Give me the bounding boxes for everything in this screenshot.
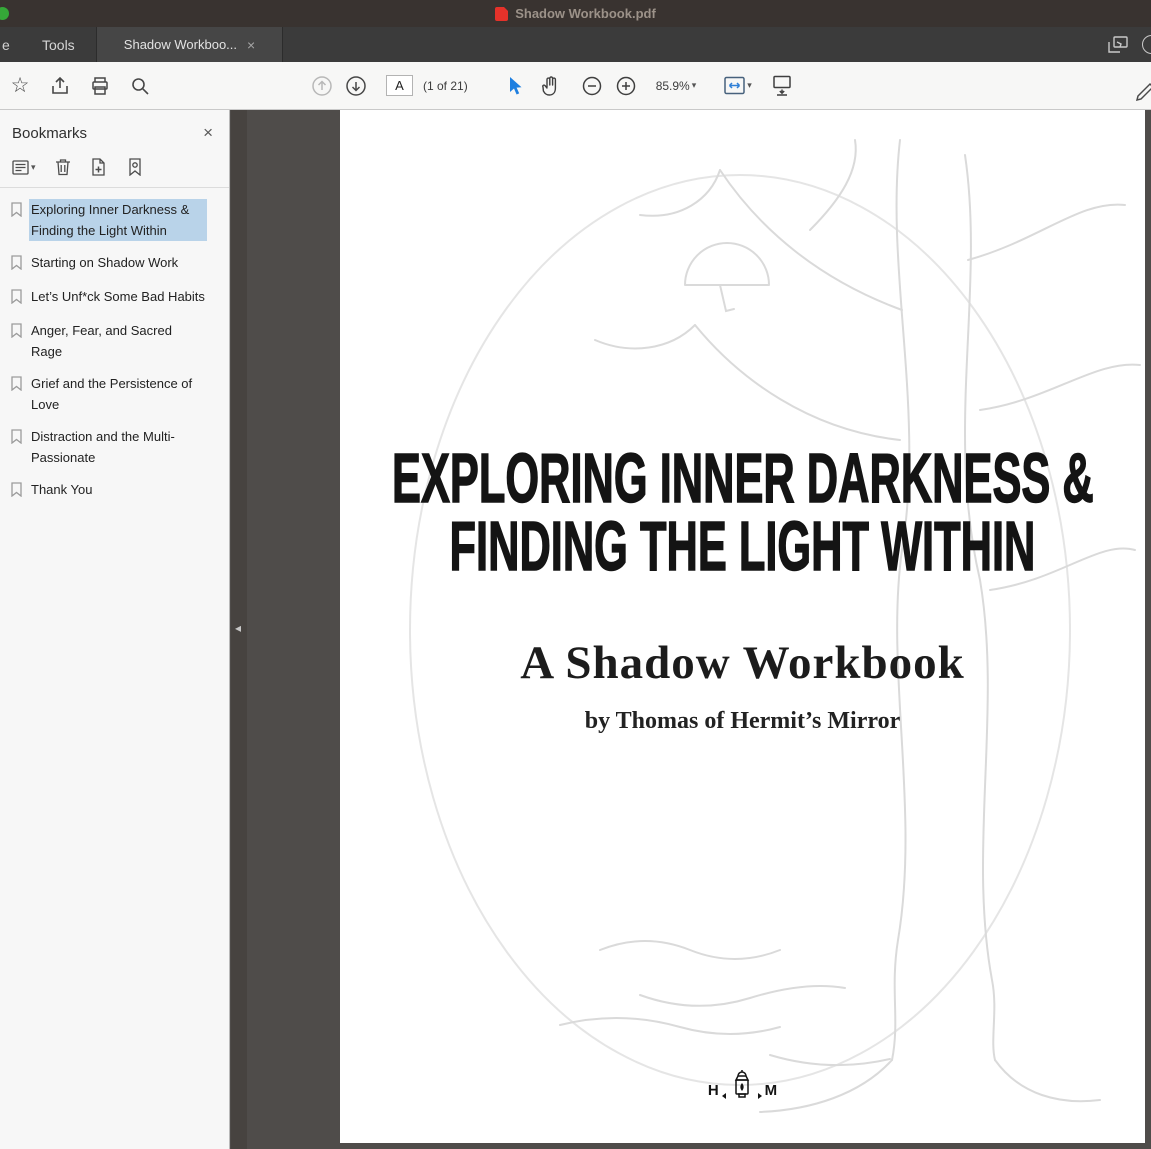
document-subtitle: A Shadow Workbook bbox=[520, 637, 965, 689]
tab-document-label: Shadow Workboo... bbox=[123, 37, 238, 52]
popout-window-icon[interactable] bbox=[1106, 29, 1130, 61]
window-title: Shadow Workbook.pdf bbox=[495, 6, 656, 21]
tab-home-partial[interactable]: e bbox=[2, 27, 10, 62]
account-icon[interactable] bbox=[1142, 35, 1151, 54]
triangle-icon bbox=[721, 1092, 726, 1099]
bookmark-icon bbox=[10, 202, 24, 222]
locate-bookmark-icon[interactable] bbox=[127, 158, 143, 176]
chevron-down-icon: ▾ bbox=[747, 80, 752, 90]
bookmarks-toolbar: ▾ bbox=[0, 149, 229, 188]
toolbar-center-group: (1 of 21) 85 bbox=[310, 62, 794, 109]
collapse-panel-icon[interactable]: ◂ bbox=[235, 622, 241, 634]
next-page-icon[interactable] bbox=[344, 70, 368, 102]
pdf-page: EXPLORING INNER DARKNESS & FINDING THE L… bbox=[340, 110, 1145, 1143]
toolbar-left-group: ☆ bbox=[8, 62, 152, 109]
bookmarks-panel: Bookmarks × ▾ Exploring Inner Darkness &… bbox=[0, 110, 230, 1149]
document-canvas: ◂ EXPLORING INNER DARKNESS & FINDING THE… bbox=[231, 110, 1151, 1149]
bookmark-label: Exploring Inner Darkness & Finding the L… bbox=[29, 199, 207, 241]
close-tab-icon[interactable]: × bbox=[247, 37, 255, 53]
tab-tools[interactable]: Tools bbox=[28, 27, 89, 62]
bookmark-icon bbox=[10, 323, 24, 343]
print-icon[interactable] bbox=[88, 70, 112, 102]
triangle-icon bbox=[757, 1092, 762, 1099]
logo-letter-m: M bbox=[764, 1082, 778, 1099]
bookmark-label: Let’s Unf*ck Some Bad Habits bbox=[31, 289, 205, 304]
bookmark-label: Anger, Fear, and Sacred Rage bbox=[31, 323, 172, 359]
select-tool-icon[interactable] bbox=[504, 70, 528, 102]
chevron-down-icon: ▾ bbox=[691, 80, 697, 90]
star-icon[interactable]: ☆ bbox=[8, 70, 32, 102]
title-line-2: FINDING THE LIGHT WITHIN bbox=[449, 506, 1036, 586]
new-bookmark-icon[interactable] bbox=[90, 158, 108, 176]
traffic-light-green[interactable] bbox=[0, 7, 9, 20]
titlebar: Shadow Workbook.pdf bbox=[0, 0, 1151, 27]
logo-letter-h: H bbox=[707, 1082, 719, 1099]
trash-icon[interactable] bbox=[55, 158, 71, 176]
bookmark-item[interactable]: Exploring Inner Darkness & Finding the L… bbox=[8, 198, 225, 242]
bookmark-item[interactable]: Anger, Fear, and Sacred Rage bbox=[8, 319, 225, 363]
acrobat-window: Shadow Workbook.pdf e Tools Shadow Workb… bbox=[0, 0, 1151, 1149]
page-count-label: (1 of 21) bbox=[423, 78, 468, 93]
tabbar-right-group bbox=[1106, 27, 1151, 62]
zoom-level-dropdown[interactable]: 85.9% ▾ bbox=[656, 70, 697, 102]
document-title: EXPLORING INNER DARKNESS & FINDING THE L… bbox=[340, 438, 1145, 586]
pdf-file-icon bbox=[495, 6, 509, 21]
bookmarks-header: Bookmarks × bbox=[0, 110, 229, 149]
window-title-text: Shadow Workbook.pdf bbox=[515, 6, 656, 21]
tab-document[interactable]: Shadow Workboo... × bbox=[96, 27, 283, 62]
bookmark-item[interactable]: Let’s Unf*ck Some Bad Habits bbox=[8, 285, 225, 310]
bookmark-icon bbox=[10, 255, 24, 275]
bookmark-icon bbox=[10, 429, 24, 449]
chevron-down-icon: ▾ bbox=[31, 161, 36, 172]
bookmark-label: Thank You bbox=[31, 482, 93, 497]
page-display-icon[interactable]: ▾ bbox=[724, 70, 752, 102]
close-panel-icon[interactable]: × bbox=[203, 123, 213, 143]
document-byline: by Thomas of Hermit’s Mirror bbox=[584, 708, 901, 734]
zoom-out-icon[interactable] bbox=[580, 70, 604, 102]
scroll-mode-icon[interactable] bbox=[770, 70, 794, 102]
bookmark-icon bbox=[10, 289, 24, 309]
options-icon[interactable]: ▾ bbox=[12, 159, 36, 175]
bookmark-label: Distraction and the Multi-Passionate bbox=[31, 429, 175, 465]
bookmark-icon bbox=[10, 482, 24, 502]
lantern-icon bbox=[729, 1068, 755, 1113]
zoom-in-icon[interactable] bbox=[614, 70, 638, 102]
hand-tool-icon[interactable] bbox=[538, 70, 562, 102]
bookmark-label: Starting on Shadow Work bbox=[31, 255, 179, 270]
previous-page-icon[interactable] bbox=[310, 70, 334, 102]
bookmark-label: Grief and the Persistence of Love bbox=[31, 376, 193, 412]
sign-icon[interactable] bbox=[1134, 73, 1151, 105]
hermits-mirror-logo: H M bbox=[340, 1068, 1145, 1113]
panel-title: Bookmarks bbox=[12, 124, 88, 142]
bookmark-item[interactable]: Distraction and the Multi-Passionate bbox=[8, 425, 225, 469]
bookmark-item[interactable]: Thank You bbox=[8, 478, 225, 503]
tab-bar: e Tools Shadow Workboo... × bbox=[0, 27, 1151, 62]
bookmarks-list: Exploring Inner Darkness & Finding the L… bbox=[0, 188, 229, 503]
share-icon[interactable] bbox=[48, 70, 72, 102]
bookmark-item[interactable]: Starting on Shadow Work bbox=[8, 251, 225, 276]
toolbar: ☆ A (1 of 21) 85.9% ▾ ▾ bbox=[0, 62, 1151, 110]
bookmark-item[interactable]: Grief and the Persistence of Love bbox=[8, 372, 225, 416]
search-icon[interactable] bbox=[128, 70, 152, 102]
bookmark-icon bbox=[10, 376, 24, 396]
zoom-value: 85.9% bbox=[655, 78, 690, 93]
tree-illustration bbox=[409, 139, 1141, 1113]
page-number-input[interactable] bbox=[386, 75, 413, 96]
